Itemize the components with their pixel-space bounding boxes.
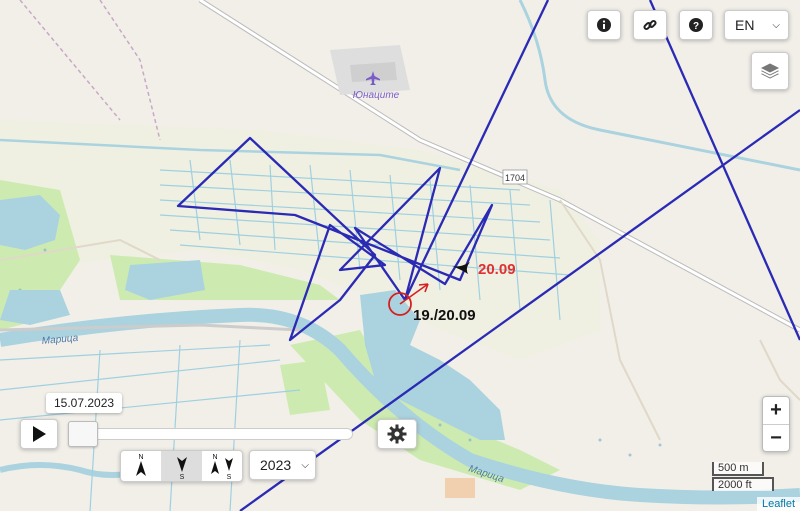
play-button[interactable] <box>20 419 58 449</box>
zoom-control: + − <box>762 396 790 452</box>
svg-text:?: ? <box>693 21 699 32</box>
orientation-both-button[interactable]: N S <box>202 451 242 481</box>
annotation-black: 19./20.09 <box>413 307 476 324</box>
settings-button[interactable] <box>377 419 417 449</box>
chevron-down-icon: ⌵ <box>772 19 780 31</box>
svg-text:S: S <box>179 474 184 480</box>
orientation-north-button[interactable]: N <box>121 451 162 481</box>
place-label: Юнаците <box>353 90 400 101</box>
chevron-down-icon: ⌵ <box>301 459 309 471</box>
compass-south-icon: S <box>176 457 187 480</box>
scale-metric: 500 m <box>712 462 764 476</box>
timeline-handle[interactable] <box>68 421 98 447</box>
road-ref-label: 1704 <box>505 173 525 183</box>
orientation-south-button[interactable]: S <box>161 451 203 481</box>
help-button[interactable]: ? <box>679 10 713 40</box>
layers-icon <box>759 62 781 80</box>
language-value: EN <box>735 17 755 33</box>
zoom-out-button[interactable]: − <box>763 425 789 451</box>
zoom-in-button[interactable]: + <box>763 397 789 425</box>
layers-button[interactable] <box>751 52 789 90</box>
compass-north-icon: N <box>135 454 146 476</box>
attribution-link[interactable]: Leaflet <box>756 497 800 511</box>
info-button[interactable] <box>587 10 621 40</box>
scale-imperial: 2000 ft <box>712 477 774 491</box>
orientation-toggle: N S N S <box>120 450 243 482</box>
help-icon: ? <box>689 18 703 32</box>
timeline-slider[interactable] <box>70 428 353 440</box>
link-icon <box>643 19 657 31</box>
annotation-red: 20.09 <box>478 261 516 278</box>
gear-icon <box>387 424 407 444</box>
date-tooltip: 15.07.2023 <box>46 393 123 413</box>
year-select[interactable]: 2023 ⌵ <box>249 450 316 480</box>
share-link-button[interactable] <box>633 10 667 40</box>
svg-text:S: S <box>227 474 232 480</box>
info-icon <box>597 18 611 32</box>
compass-both-icon: N S <box>211 454 234 480</box>
svg-text:N: N <box>213 454 218 461</box>
play-icon <box>33 426 46 442</box>
year-value: 2023 <box>260 457 292 473</box>
language-select[interactable]: EN ⌵ <box>724 10 789 40</box>
svg-text:N: N <box>138 454 143 461</box>
